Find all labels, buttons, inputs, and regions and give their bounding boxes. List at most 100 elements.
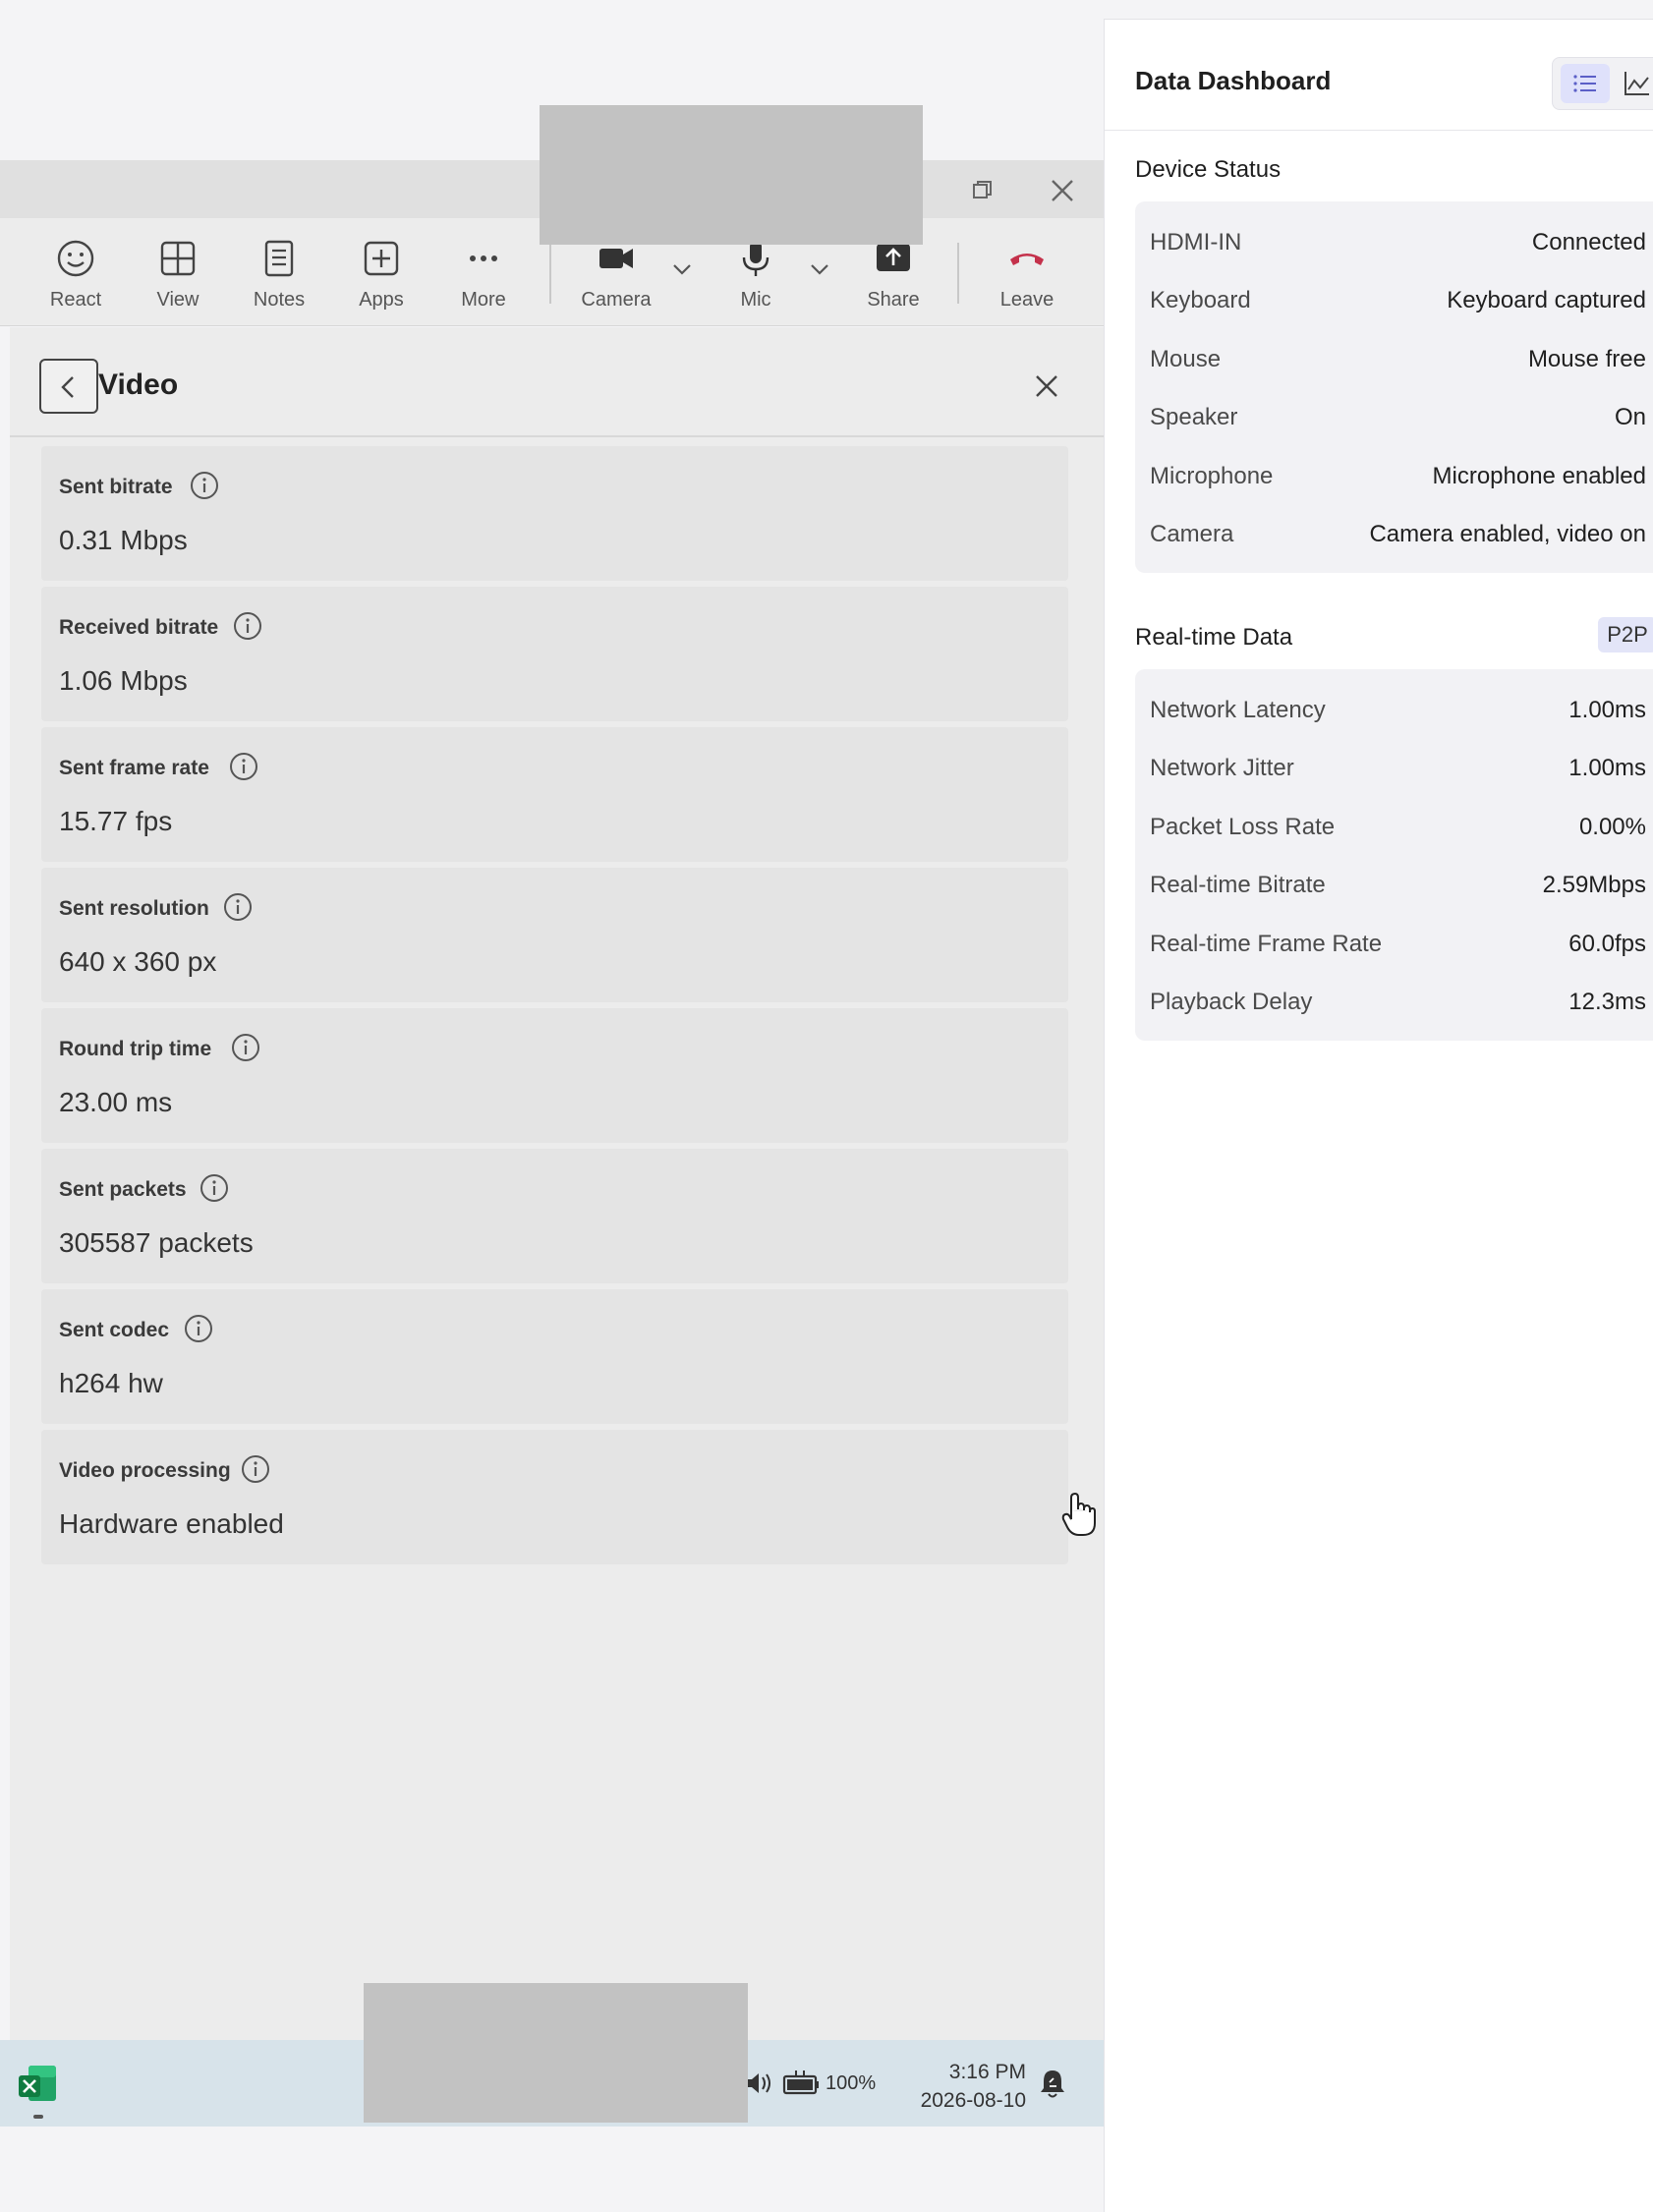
toolbar-divider [549, 243, 551, 304]
row-value: 60.0fps [1568, 931, 1646, 957]
back-button[interactable] [39, 359, 98, 414]
connection-type-badge: P2P [1598, 617, 1653, 652]
notes-icon [264, 240, 294, 277]
list-view-button[interactable] [1561, 64, 1610, 103]
emoji-icon [57, 240, 94, 277]
row-key: Mouse [1150, 346, 1222, 372]
more-label: More [461, 289, 506, 311]
speaker-volume-icon[interactable] [743, 2067, 776, 2100]
toolbar-divider [957, 243, 959, 304]
row-key: Network Jitter [1150, 755, 1294, 781]
row-key: Playback Delay [1150, 989, 1313, 1015]
stat-name: Sent codec [59, 1319, 170, 1341]
device-status-row: Mouse Mouse free [1135, 330, 1646, 388]
device-status-list: HDMI-IN Connected Keyboard Keyboard captur… [1135, 201, 1653, 573]
chart-view-button[interactable] [1616, 64, 1653, 103]
redacted-region [364, 1983, 748, 2123]
notification-bell-icon[interactable] [1037, 2067, 1068, 2100]
row-value: On [1614, 404, 1646, 430]
row-value: Keyboard captured [1447, 287, 1646, 313]
stat-card-sent-resolution: Sent resolution 640 x 360 px [41, 868, 1068, 1002]
react-button[interactable]: React [31, 238, 120, 316]
grid-icon [160, 241, 196, 276]
info-icon[interactable] [199, 1172, 230, 1204]
stat-value: 1.06 Mbps [59, 665, 188, 696]
info-icon[interactable] [183, 1313, 214, 1344]
screen-margin [0, 2127, 1104, 2212]
excel-icon[interactable] [17, 2062, 58, 2105]
react-label: React [49, 289, 102, 311]
stat-name: Round trip time [59, 1038, 212, 1060]
realtime-data-title: Real-time Data [1135, 624, 1293, 651]
apps-label: Apps [359, 289, 404, 311]
more-icon [470, 255, 497, 261]
camera-options-chevron-down-icon[interactable] [670, 257, 694, 281]
stat-card-video-processing: Video processing Hardware enabled [41, 1430, 1068, 1564]
stat-name: Sent resolution [59, 897, 209, 920]
clock-time: 3:16 PM [948, 2061, 1026, 2083]
row-value: 1.00ms [1568, 755, 1646, 781]
row-value: 12.3ms [1568, 989, 1646, 1015]
row-key: HDMI-IN [1150, 229, 1242, 255]
device-status-row: HDMI-IN Connected [1135, 213, 1646, 271]
apps-button[interactable]: Apps [337, 238, 426, 316]
hand-pointer-cursor-icon [1061, 1492, 1097, 1539]
row-key: Microphone [1150, 463, 1274, 489]
list-icon [1573, 75, 1596, 92]
device-status-row: Camera Camera enabled, video on [1135, 505, 1646, 563]
mic-button[interactable]: Mic [712, 238, 800, 316]
notes-button[interactable]: Notes [235, 238, 323, 316]
info-icon[interactable] [222, 891, 254, 923]
realtime-row: Packet Loss Rate 0.00% [1135, 798, 1646, 856]
info-icon[interactable] [230, 1032, 261, 1063]
info-icon[interactable] [232, 610, 263, 642]
notes-label: Notes [253, 289, 306, 311]
device-status-title: Device Status [1135, 156, 1282, 183]
row-value: Connected [1531, 229, 1646, 255]
stat-name: Sent packets [59, 1178, 187, 1201]
close-window-icon[interactable] [1048, 176, 1077, 205]
stat-value: 305587 packets [59, 1227, 254, 1258]
stat-name: Sent bitrate [59, 476, 173, 498]
clock-date: 2026-08-10 [920, 2089, 1026, 2112]
view-toggle [1552, 57, 1653, 110]
view-button[interactable]: View [134, 238, 222, 316]
share-button[interactable]: Share [849, 238, 938, 316]
stat-value: h264 hw [59, 1368, 163, 1398]
restore-window-icon[interactable] [968, 176, 998, 205]
leave-button[interactable]: Leave [983, 238, 1071, 316]
video-stats-panel: Video Sent bitrate 0.31 Mbps Received bi… [10, 327, 1104, 2040]
view-label: View [156, 289, 200, 311]
close-panel-icon[interactable] [1032, 371, 1061, 401]
row-key: Real-time Frame Rate [1150, 931, 1383, 957]
panel-header: Video [10, 327, 1104, 437]
dashboard-title: Data Dashboard [1135, 66, 1332, 95]
info-icon[interactable] [228, 751, 259, 782]
row-key: Camera [1150, 521, 1234, 547]
stat-value: 0.31 Mbps [59, 525, 188, 555]
battery-icon[interactable] [781, 2067, 821, 2100]
more-button[interactable]: More [439, 238, 528, 316]
stat-card-sent-bitrate: Sent bitrate 0.31 Mbps [41, 446, 1068, 581]
row-key: Packet Loss Rate [1150, 814, 1336, 840]
stat-card-sent-codec: Sent codec h264 hw [41, 1289, 1068, 1424]
realtime-row: Real-time Frame Rate 60.0fps [1135, 915, 1646, 973]
info-icon[interactable] [189, 470, 220, 501]
mic-options-chevron-down-icon[interactable] [808, 257, 831, 281]
row-value: Microphone enabled [1432, 463, 1647, 489]
remote-screen: React View Notes Apps More Camera Mic Sh… [0, 0, 1104, 2212]
stat-card-round-trip-time: Round trip time 23.00 ms [41, 1008, 1068, 1143]
clock[interactable]: 3:16 PM 2026-08-10 [912, 2058, 1026, 2115]
row-value: 2.59Mbps [1542, 872, 1646, 898]
device-status-row: Microphone Microphone enabled [1135, 447, 1646, 505]
panel-title: Video [98, 369, 179, 401]
row-value: 1.00ms [1568, 697, 1646, 723]
realtime-row: Network Latency 1.00ms [1135, 681, 1646, 739]
stat-value: 23.00 ms [59, 1087, 173, 1117]
camera-label: Camera [581, 289, 652, 311]
hang-up-phone-icon [1010, 254, 1044, 265]
info-icon[interactable] [240, 1453, 271, 1485]
camera-button[interactable]: Camera [572, 238, 660, 316]
battery-percent: 100% [826, 2072, 877, 2094]
row-value: 0.00% [1578, 814, 1646, 840]
